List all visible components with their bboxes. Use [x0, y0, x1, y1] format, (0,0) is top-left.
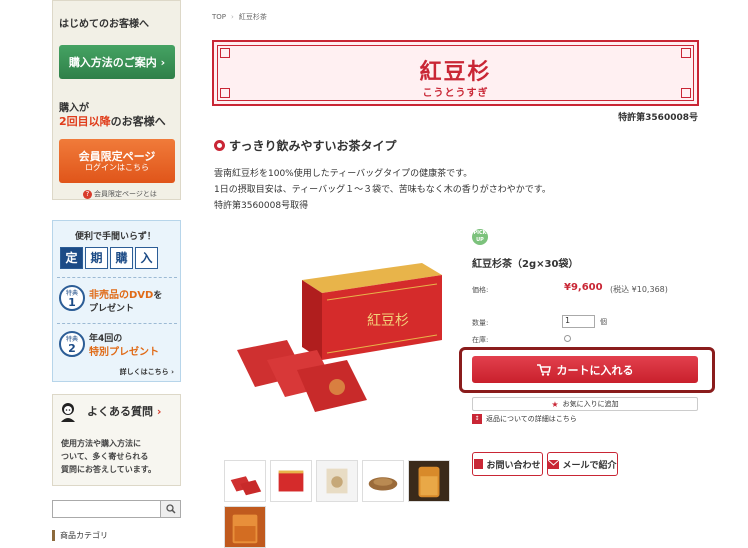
first-visit-heading: はじめてのお客様へ: [59, 19, 149, 30]
mail-icon: [548, 459, 560, 469]
subscription-char: 入: [135, 247, 158, 269]
price: ¥9,600: [564, 282, 603, 293]
benefit2-text: 年4回の 特別プレゼント: [89, 334, 159, 358]
mail-share-button[interactable]: メールで紹介: [547, 452, 618, 476]
thumbnail-gallery: [224, 460, 454, 548]
benefit1-badge: 特典 1: [59, 285, 85, 311]
subscription-more-link[interactable]: 詳しくはこちら ›: [120, 367, 174, 377]
repeat-customer-heading: 購入が: [59, 103, 89, 114]
search-input[interactable]: [52, 500, 181, 518]
banner-title: 紅豆杉: [419, 59, 492, 85]
guide-box: はじめてのお客様へ 購入方法のご案内 › 購入が 2回目以降のお客様へ 会員限定…: [52, 0, 181, 200]
thumbnail[interactable]: [316, 460, 358, 502]
repeat-customer-text: 2回目以降のお客様へ: [59, 115, 166, 128]
faq-description: 使用方法や購入方法に ついて、多く寄せられる 質問にお答えしています。: [61, 439, 156, 474]
subscription-chars: 定 期 購 入: [60, 247, 158, 269]
divider: [57, 277, 177, 278]
inquiry-button[interactable]: お問い合わせ: [472, 452, 543, 476]
product-description: 雲南紅豆杉を100%使用したティーバッグタイプの健康茶です。 1日の摂取目安は、…: [214, 169, 551, 211]
member-login-button[interactable]: 会員限定ページ ログインはこちら: [59, 139, 175, 183]
question-icon: ?: [83, 189, 92, 199]
star-icon: ★: [551, 399, 559, 409]
thumbnail[interactable]: [362, 460, 404, 502]
document-icon: [474, 459, 484, 469]
quantity-unit: 個: [600, 318, 607, 326]
subscription-char: 期: [85, 247, 108, 269]
search-icon: [165, 504, 176, 514]
breadcrumb-current: 紅豆杉茶: [238, 13, 267, 21]
stock-label: 在庫:: [472, 336, 489, 344]
tax-included-price: (税込 ¥10,368): [610, 285, 668, 294]
return-policy-link[interactable]: ↕ 返品についての詳細はこちら: [472, 414, 577, 424]
subscription-banner[interactable]: 便利で手間いらず！ 定 期 購 入 特典 1 非売品のDVDを プレゼント 特典 2 …: [52, 220, 181, 382]
subscription-char: 定: [60, 247, 83, 269]
purchase-guide-button[interactable]: 購入方法のご案内 ›: [59, 45, 175, 79]
benefit2-badge: 特典 2: [59, 331, 85, 357]
product-banner: 紅豆杉 こうとうすぎ: [212, 40, 699, 106]
return-icon: ↕: [472, 414, 482, 424]
thumbnail[interactable]: [224, 460, 266, 502]
sidebar: はじめてのお客様へ 購入方法のご案内 › 購入が 2回目以降のお客様へ 会員限定…: [52, 0, 182, 547]
price-label: 価格:: [472, 286, 489, 294]
banner-reading: こうとうすぎ: [422, 88, 489, 99]
thumbnail[interactable]: [270, 460, 312, 502]
quantity-label: 数量:: [472, 319, 489, 327]
breadcrumb: TOP › 紅豆杉茶: [212, 13, 267, 21]
patent-number: 特許第3560008号: [618, 113, 698, 123]
main-content: TOP › 紅豆杉茶 紅豆杉 こうとうすぎ 特許第3560008号 すっきり飲みやす…: [212, 0, 715, 548]
subscription-title: 便利で手間いらず！: [75, 232, 156, 242]
section-heading: すっきり飲みやすいお茶タイプ: [214, 137, 397, 154]
cart-icon: [536, 363, 551, 376]
thumbnail[interactable]: [408, 460, 450, 502]
member-note-link[interactable]: ? 会員限定ページとは: [83, 189, 157, 199]
breadcrumb-top-link[interactable]: TOP: [212, 13, 226, 21]
pickup-badge: PICK UP: [472, 229, 488, 245]
faq-banner[interactable]: よくある質問 › 使用方法や購入方法に ついて、多く寄せられる 質問にお答えして…: [52, 394, 181, 486]
bullet-icon: [214, 140, 225, 151]
search-button[interactable]: [160, 501, 180, 517]
quantity-input[interactable]: 1: [562, 315, 595, 328]
divider: [57, 323, 177, 324]
product-image: 紅豆杉: [237, 263, 442, 412]
add-to-favorites-button[interactable]: ★ お気に入りに追加: [472, 397, 698, 411]
add-to-cart-button[interactable]: カートに入れる: [472, 356, 698, 383]
faq-title: よくある質問 ›: [87, 405, 162, 418]
thumbnail[interactable]: [224, 506, 266, 548]
faq-person-icon: [61, 403, 75, 422]
stock-indicator: [564, 335, 571, 342]
category-heading: 商品カテゴリ: [52, 530, 108, 541]
product-name: 紅豆杉茶（2g×30袋）: [472, 259, 579, 270]
subscription-char: 購: [110, 247, 133, 269]
svg-text:紅豆杉: 紅豆杉: [367, 313, 409, 329]
benefit1-text: 非売品のDVDを プレゼント: [89, 290, 163, 314]
